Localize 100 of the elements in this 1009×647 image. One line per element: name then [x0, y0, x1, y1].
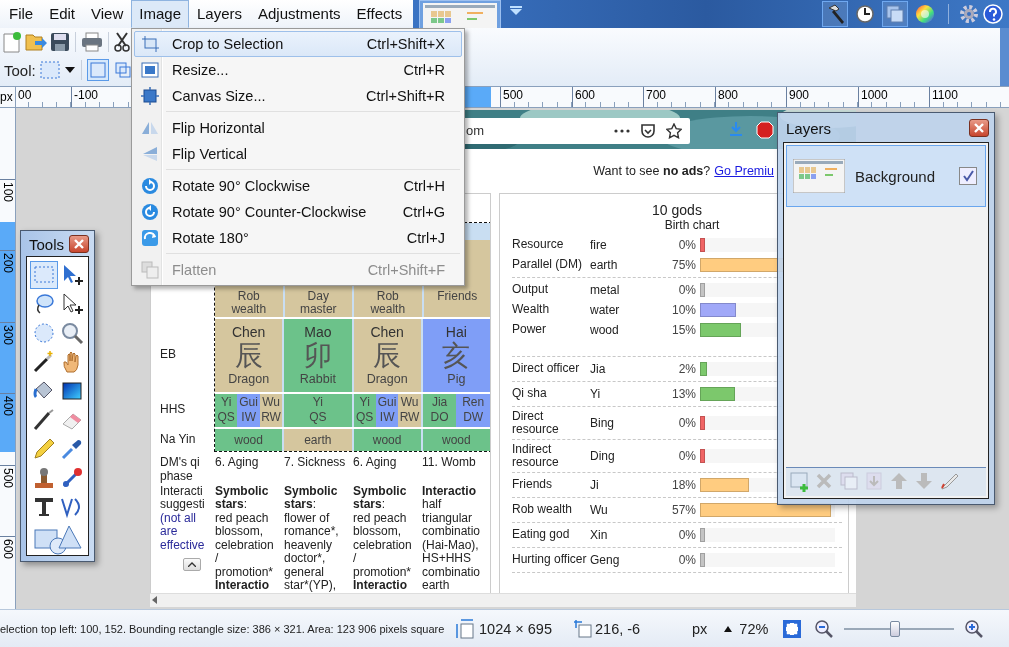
element-label: Xin — [590, 527, 609, 542]
god-label: Qi sha — [512, 387, 548, 401]
menu-item[interactable]: Flip Vertical — [134, 141, 462, 167]
animal-text: Rabbit — [299, 372, 336, 387]
chart-title: 10 gods — [651, 201, 703, 218]
layer-item[interactable]: Background — [786, 145, 986, 207]
menu-item[interactable]: Effects — [348, 0, 411, 28]
table-cell: Gui IW — [375, 393, 399, 427]
pinyin-text: Hai — [445, 324, 467, 341]
menu-item[interactable]: File — [1, 0, 42, 28]
unit-label[interactable]: px — [692, 620, 708, 637]
animal-text: Pig — [447, 372, 466, 387]
table-cell: earth — [284, 428, 352, 451]
table-cell: Jia DO — [422, 393, 457, 427]
table-cell: Wu RW — [259, 393, 283, 427]
animal-text: Dragon — [366, 372, 408, 387]
table-cell: wood — [215, 428, 283, 451]
promo-text: Want to see no ads? — [593, 163, 711, 178]
element-label: Geng — [590, 552, 621, 567]
table-cell-text: Symbolic stars: flower of romance*, heavenly doctor*, general star*(YP), — [284, 484, 340, 593]
hanzi-text: 辰 — [234, 340, 263, 373]
row-label: EB — [160, 347, 176, 362]
element-label: Yi — [590, 386, 602, 401]
element-label: Bing — [590, 415, 616, 430]
pinyin-text: Chen — [231, 324, 266, 341]
row-label: Interacti suggesti — [160, 484, 205, 512]
ruler-label: 1100 — [929, 86, 958, 107]
menu-item[interactable]: Crop to Selection Ctrl+Shift+X — [134, 31, 462, 57]
table-cell: Yi QS — [284, 393, 352, 427]
cursor-position-text: 216, -6 — [595, 620, 641, 637]
god-label: Indirect resource — [512, 442, 560, 469]
table-cell-text: Symbolic stars: red peach blossom, celebration / promotion* Interactio — [215, 484, 275, 593]
god-label: Resource — [512, 238, 565, 252]
window-title: Tools — [29, 235, 65, 253]
ruler-label: -100 — [71, 86, 99, 107]
element-label: Ding — [590, 448, 616, 463]
table-cell: wood — [422, 428, 490, 451]
menu-item[interactable]: Edit — [41, 0, 84, 28]
element-label: Wu — [590, 502, 609, 517]
god-label: Direct resource — [512, 409, 560, 436]
menu-item[interactable]: Resize... Ctrl+R — [134, 57, 462, 83]
row-label: Na Yin — [160, 431, 196, 446]
percent-label: 0% — [677, 237, 696, 252]
ruler-label: 200 — [0, 249, 15, 273]
element-label: water — [590, 302, 621, 317]
percent-label: 57% — [670, 502, 696, 517]
ruler-label: 500 — [500, 86, 524, 107]
zoom-text: 72% — [739, 620, 769, 637]
percent-label: 0% — [677, 282, 696, 297]
percent-label: 13% — [670, 386, 696, 401]
god-label: Rob wealth — [512, 503, 574, 517]
ruler-label: 1000 — [858, 86, 888, 107]
table-cell: Wu RW — [398, 393, 421, 427]
menu-item[interactable]: Flip Horizontal — [134, 115, 462, 141]
table-cell-text: Symbolic stars: red peach blossom, celebration / promotion* Interactio — [353, 484, 413, 593]
hanzi-text: 卯 — [303, 340, 332, 373]
element-label: metal — [590, 282, 621, 297]
percent-label: 0% — [677, 448, 696, 463]
chart-subtitle: Birth chart — [663, 217, 721, 232]
menu-item[interactable]: Adjustments — [250, 0, 349, 28]
animal-text: Dragon — [228, 372, 270, 387]
percent-label: 15% — [670, 322, 696, 337]
god-label: Friends — [512, 478, 553, 492]
hanzi-text: 亥 — [442, 340, 471, 373]
table-cell-text: Interactio half triangular combinatio (Hai-Mao), HS+HHS combinatio earth — [422, 484, 482, 593]
status-text: election top left: 100, 152. Bounding rectangle size: 386 × 321. Area: 123 906 pixels square — [0, 622, 446, 635]
menu-item[interactable]: Image — [131, 0, 189, 28]
menu-item[interactable]: Rotate 90° Counter-Clockwise Ctrl+G — [134, 199, 462, 225]
table-cell: wood — [353, 428, 421, 451]
menu-item[interactable]: Rotate 90° Clockwise Ctrl+H — [134, 173, 462, 199]
table-cell-text: 6. Aging — [353, 454, 398, 471]
ruler-label: 600 — [0, 535, 15, 559]
ruler-label: 400 — [0, 392, 15, 416]
row-label: HHS — [160, 402, 186, 417]
element-label: Ji — [590, 477, 600, 492]
god-label: Eating god — [512, 528, 571, 542]
tool-label: Tool: — [4, 61, 36, 79]
menu-item[interactable]: Layers — [189, 0, 250, 28]
table-cell-text: 6. Aging — [215, 454, 260, 471]
table-cell: Yi QS — [353, 393, 376, 427]
table-cell: Yi QS — [215, 393, 238, 427]
ruler-label: 300 — [0, 321, 15, 345]
table-cell-text: 11. Womb — [422, 454, 477, 471]
pinyin-text: Mao — [304, 324, 332, 341]
ruler-label: 900 — [786, 86, 810, 107]
ruler-label: 500 — [0, 464, 15, 488]
element-label: earth — [590, 257, 619, 272]
menu-item[interactable]: View — [83, 0, 132, 28]
window-title: Layers — [786, 119, 832, 137]
ruler-unit: px — [0, 86, 16, 107]
percent-label: 2% — [677, 361, 696, 376]
percent-label: 75% — [670, 257, 696, 272]
ruler-label: 100 — [0, 178, 15, 202]
god-label: Hurting officer — [512, 553, 588, 567]
premium-link[interactable]: Go Premiu — [714, 163, 774, 178]
menu-item[interactable]: Canvas Size... Ctrl+Shift+R — [134, 83, 462, 109]
ruler-label: 600 — [572, 86, 596, 107]
percent-label: 10% — [670, 302, 696, 317]
god-label: Wealth — [512, 303, 551, 317]
percent-label: 0% — [677, 415, 696, 430]
